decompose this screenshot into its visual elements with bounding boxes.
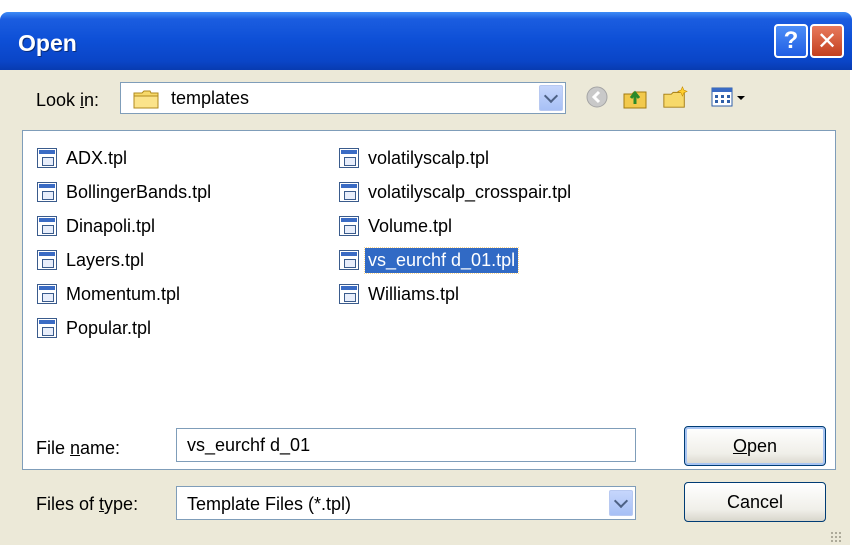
look-in-label: Look in: <box>36 90 100 110</box>
look-in-value: templates <box>171 88 250 108</box>
template-file-icon <box>339 182 359 202</box>
files-of-type-value: Template Files (*.tpl) <box>187 494 352 514</box>
template-file-icon <box>339 284 359 304</box>
dialog-title: Open <box>18 30 77 56</box>
close-button[interactable]: ✕ <box>810 24 844 58</box>
cancel-button[interactable]: Cancel <box>684 482 826 522</box>
template-file-icon <box>37 148 57 168</box>
file-column-1: ADX.tpl BollingerBands.tpl Dinapoli.tpl … <box>37 141 214 345</box>
chevron-down-icon <box>613 493 629 508</box>
file-item[interactable]: volatilyscalp.tpl <box>339 141 574 175</box>
template-file-icon <box>37 250 57 270</box>
template-file-icon <box>339 216 359 236</box>
chevron-down-icon <box>543 88 559 103</box>
template-file-icon <box>37 284 57 304</box>
look-in-dropdown-arrow[interactable] <box>539 85 563 111</box>
new-folder-icon <box>663 86 688 108</box>
dialog-body: Look in: templates ADX.tpl BollingerBand… <box>0 70 850 545</box>
file-item[interactable]: Layers.tpl <box>37 243 214 277</box>
file-item[interactable]: ADX.tpl <box>37 141 214 175</box>
file-list[interactable]: ADX.tpl BollingerBands.tpl Dinapoli.tpl … <box>22 130 836 470</box>
files-of-type-dropdown-arrow[interactable] <box>609 490 633 516</box>
template-file-icon <box>37 318 57 338</box>
file-name-label: File name: <box>36 438 121 458</box>
up-one-level-icon <box>623 90 647 109</box>
file-item[interactable]: Williams.tpl <box>339 277 574 311</box>
file-item[interactable]: Popular.tpl <box>37 311 214 345</box>
template-file-icon <box>37 216 57 236</box>
template-file-icon <box>339 148 359 168</box>
files-of-type-dropdown[interactable]: Template Files (*.tpl) <box>176 486 636 520</box>
back-button[interactable] <box>584 84 610 110</box>
file-item-selected[interactable]: vs_eurchf d_01.tpl <box>339 243 574 277</box>
views-menu-icon <box>711 87 745 107</box>
file-name-input[interactable] <box>176 428 636 462</box>
file-item[interactable]: Momentum.tpl <box>37 277 214 311</box>
top-strip <box>0 0 852 12</box>
file-item[interactable]: volatilyscalp_crosspair.tpl <box>339 175 574 209</box>
folder-icon <box>133 90 159 109</box>
files-of-type-label: Files of type: <box>36 494 139 514</box>
title-bar[interactable]: Open ? ✕ <box>0 12 852 70</box>
file-item[interactable]: BollingerBands.tpl <box>37 175 214 209</box>
help-button[interactable]: ? <box>774 24 808 58</box>
close-icon: ✕ <box>816 27 838 55</box>
file-item[interactable]: Volume.tpl <box>339 209 574 243</box>
open-button[interactable]: Open <box>684 426 826 466</box>
template-file-icon <box>37 182 57 202</box>
views-menu-button[interactable] <box>710 84 750 110</box>
dialog-client: Look in: templates ADX.tpl BollingerBand… <box>8 70 844 545</box>
resize-grip[interactable] <box>830 531 842 543</box>
back-icon <box>586 86 608 108</box>
look-in-dropdown[interactable]: templates <box>120 82 566 114</box>
file-item[interactable]: Dinapoli.tpl <box>37 209 214 243</box>
template-file-icon <box>339 250 359 270</box>
file-column-2: volatilyscalp.tpl volatilyscalp_crosspai… <box>339 141 574 311</box>
help-icon: ? <box>783 27 799 54</box>
create-new-folder-button[interactable] <box>662 84 688 110</box>
up-one-level-button[interactable] <box>622 84 648 110</box>
